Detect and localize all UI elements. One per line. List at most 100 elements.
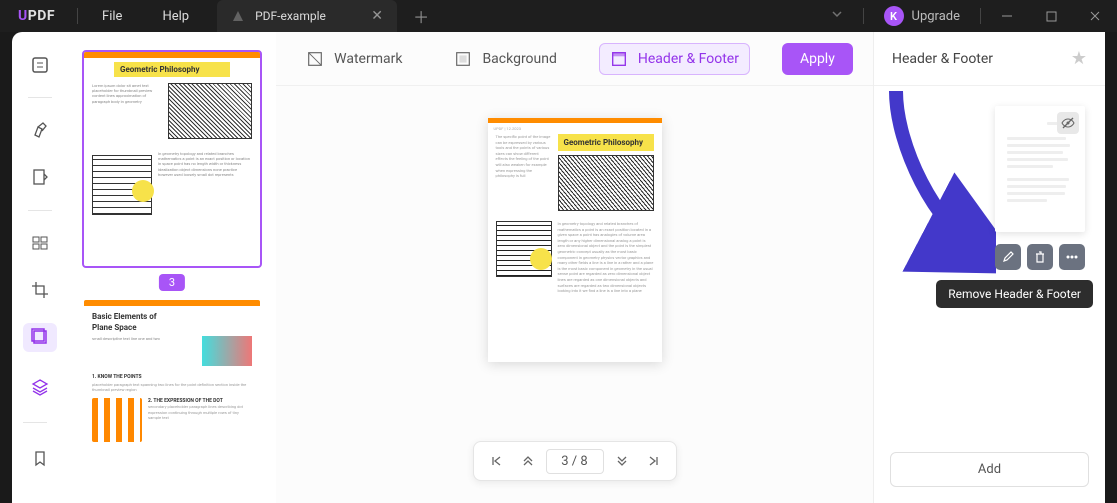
decoration — [1007, 185, 1066, 188]
menu-help-label: Help — [162, 9, 189, 24]
crop-tool-icon[interactable] — [23, 276, 57, 305]
page-image — [558, 155, 654, 211]
thumb-text: Lorem ipsum dolor sit amet text placehol… — [92, 83, 162, 139]
delete-tooltip: Remove Header & Footer — [936, 280, 1093, 308]
header-footer-icon — [610, 50, 628, 68]
favorite-icon[interactable]: ★ — [1071, 48, 1087, 69]
close-window-icon[interactable] — [1073, 0, 1117, 32]
header-footer-tool[interactable]: Header & Footer — [599, 43, 750, 75]
decoration — [1007, 192, 1065, 195]
title-bar: UPDF File Help PDF-example ✕ ＋ K Upgrade — [0, 0, 1117, 32]
maximize-icon[interactable] — [1029, 0, 1073, 32]
watermark-icon — [306, 50, 324, 68]
delete-preset-button[interactable] — [1027, 244, 1053, 270]
thumb-image — [92, 398, 142, 442]
titlebar-right: K Upgrade — [815, 0, 1117, 32]
tutorial-arrow-icon — [886, 86, 996, 276]
left-toolbar — [12, 32, 68, 503]
rail-bottom — [23, 370, 57, 493]
last-page-icon[interactable] — [640, 447, 668, 475]
separator — [23, 422, 47, 423]
thumb-text: placeholder paragraph text spanning two … — [92, 382, 252, 392]
logo-u: U — [18, 8, 28, 24]
bookmark-icon[interactable] — [23, 441, 57, 475]
thumb-section: 1. KNOW THE POINTS — [92, 374, 252, 380]
apply-button[interactable]: Apply — [782, 43, 853, 75]
menu-file-label: File — [102, 9, 122, 24]
separator — [28, 210, 52, 211]
prev-page-icon[interactable] — [514, 447, 542, 475]
page-text: The specific point of the image can be e… — [496, 134, 552, 211]
edit-preset-button[interactable] — [995, 244, 1021, 270]
tab-title: PDF-example — [255, 9, 369, 23]
thumbnail-panel: Geometric Philosophy Lorem ipsum dolor s… — [68, 32, 276, 503]
decoration — [1007, 178, 1069, 181]
watermark-label: Watermark — [334, 51, 402, 67]
separator — [28, 97, 52, 98]
decoration — [1007, 137, 1066, 140]
separator — [77, 8, 78, 24]
decoration — [132, 180, 154, 202]
upgrade-label: Upgrade — [912, 9, 960, 24]
separator — [980, 8, 981, 24]
thumbnail-badge: 3 — [159, 274, 185, 291]
panel-header: Header & Footer ★ — [874, 32, 1105, 86]
document-tab[interactable]: PDF-example ✕ — [217, 0, 397, 32]
edit-tool-icon[interactable] — [23, 163, 57, 192]
tabs-dropdown-icon[interactable] — [815, 8, 859, 24]
background-label: Background — [482, 51, 556, 67]
decoration — [84, 52, 260, 58]
organize-tool-icon[interactable] — [23, 229, 57, 258]
thumb-text: small descriptive text line one and two — [92, 336, 196, 366]
pin-icon — [233, 11, 243, 21]
page-tools-icon[interactable] — [23, 323, 57, 352]
avatar: K — [884, 6, 904, 26]
more-preset-button[interactable] — [1059, 244, 1085, 270]
visibility-toggle-icon[interactable] — [1057, 112, 1079, 134]
app-logo: UPDF — [0, 8, 73, 24]
tooltip-text: Remove Header & Footer — [948, 287, 1081, 301]
decoration — [1007, 165, 1053, 168]
minimize-icon[interactable] — [985, 0, 1029, 32]
panel-title: Header & Footer — [892, 51, 993, 67]
close-tab-icon[interactable]: ✕ — [369, 8, 385, 24]
next-page-icon[interactable] — [608, 447, 636, 475]
thumbnail-page-3[interactable]: Geometric Philosophy Lorem ipsum dolor s… — [82, 50, 262, 268]
thumb-text: In geometry topology and related branche… — [158, 151, 252, 219]
add-label: Add — [978, 462, 1001, 477]
highlighter-tool-icon[interactable] — [23, 116, 57, 145]
layers-icon[interactable] — [23, 370, 57, 404]
page-tools-bar: Watermark Background Header & Footer App… — [276, 32, 873, 86]
header-footer-panel: Header & Footer ★ — [873, 32, 1105, 503]
decoration — [1007, 199, 1047, 202]
thumb-heading: Plane Space — [92, 323, 252, 332]
add-tab-button[interactable]: ＋ — [397, 0, 445, 32]
decoration — [530, 248, 552, 270]
page-title: Geometric Philosophy — [558, 134, 654, 151]
apply-label: Apply — [800, 51, 835, 67]
decoration — [1007, 158, 1068, 161]
panel-body: Remove Header & Footer — [874, 86, 1105, 452]
page-text: In geometry topology and related branche… — [558, 221, 654, 294]
menu-help[interactable]: Help — [142, 0, 209, 32]
page-display[interactable]: 3 / 8 — [546, 449, 604, 474]
page-preview: UPDF | 12.2023 The specific point of the… — [488, 118, 662, 362]
decoration — [1007, 151, 1063, 154]
watermark-tool[interactable]: Watermark — [296, 44, 412, 74]
upgrade-button[interactable]: K Upgrade — [868, 6, 976, 26]
add-header-footer-button[interactable]: Add — [890, 452, 1089, 487]
first-page-icon[interactable] — [482, 447, 510, 475]
logo-pdf: PDF — [28, 8, 55, 24]
thumb-heading: Geometric Philosophy — [114, 62, 230, 77]
header-footer-label: Header & Footer — [638, 51, 739, 67]
reader-tool-icon[interactable] — [23, 50, 57, 79]
thumbnail-page-4[interactable]: Basic Elements of Plane Space small desc… — [82, 298, 262, 498]
preset-actions — [995, 244, 1085, 270]
thumb-heading: Basic Elements of — [92, 312, 252, 321]
background-tool[interactable]: Background — [444, 44, 566, 74]
thumb-text: secondary placeholder paragraph lines de… — [148, 404, 252, 420]
page-header-text: UPDF | 12.2023 — [488, 123, 662, 134]
decoration — [1007, 144, 1070, 147]
header-footer-preset[interactable] — [995, 106, 1085, 232]
menu-file[interactable]: File — [82, 0, 142, 32]
